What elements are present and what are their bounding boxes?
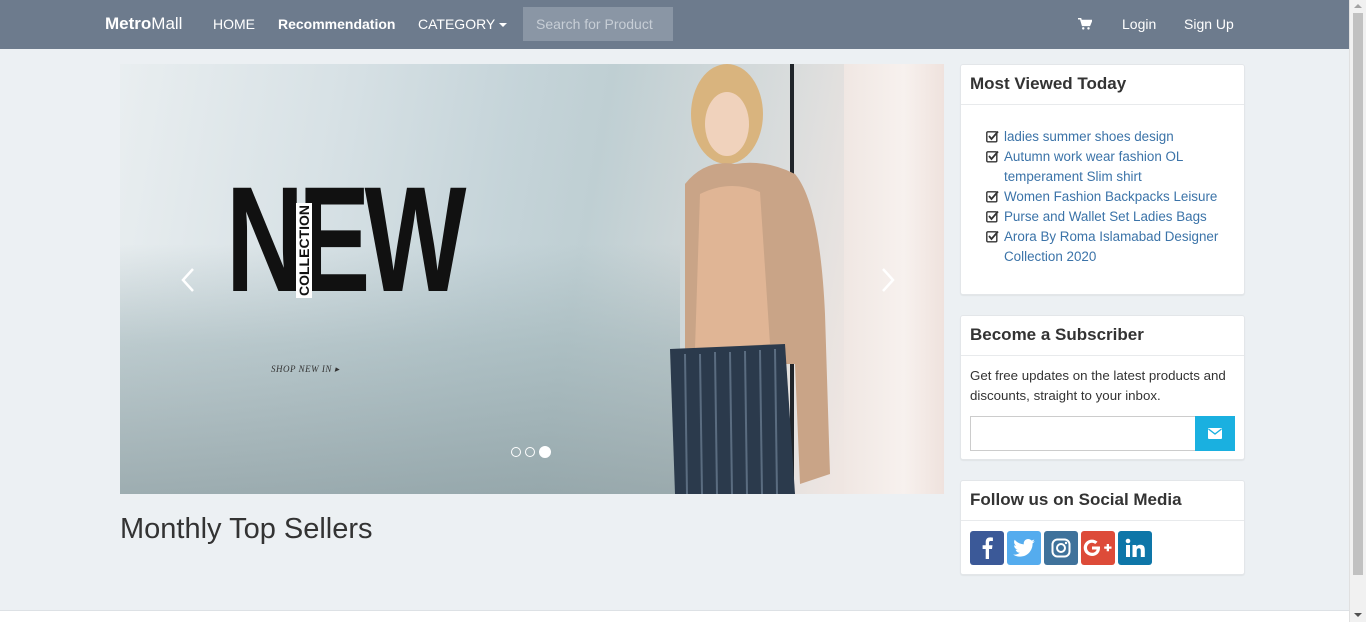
carousel-dot-3[interactable] (539, 446, 551, 458)
panel-title: Most Viewed Today (961, 65, 1244, 105)
model-image (670, 64, 830, 494)
list-item[interactable]: Arora By Roma Islamabad Designer Collect… (986, 227, 1244, 267)
scroll-thumb[interactable] (1353, 13, 1363, 575)
list-item[interactable]: Autumn work wear fashion OL temperament … (986, 147, 1244, 187)
checkbox-icon (986, 230, 999, 243)
checkbox-icon (986, 150, 999, 163)
instagram-icon[interactable] (1044, 531, 1078, 565)
caret-down-icon (499, 23, 508, 28)
linkedin-icon[interactable] (1118, 531, 1152, 565)
carousel-dot-2[interactable] (525, 447, 535, 457)
social-panel: Follow us on Social Media (960, 480, 1245, 575)
hero-carousel[interactable]: NEW COLLECTION SHOP NEW IN ▸ (120, 64, 944, 494)
collection-label: COLLECTION (296, 203, 312, 298)
checkbox-icon (986, 210, 999, 223)
shop-new-link[interactable]: SHOP NEW IN ▸ (271, 364, 340, 375)
most-viewed-panel: Most Viewed Today ladies summer shoes de… (960, 64, 1245, 295)
social-icons (961, 521, 1244, 575)
envelope-icon (1208, 428, 1222, 439)
list-item[interactable]: Women Fashion Backpacks Leisure (986, 187, 1244, 207)
most-viewed-list: ladies summer shoes design Autumn work w… (961, 105, 1244, 267)
checkbox-icon (986, 190, 999, 203)
section-title: Monthly Top Sellers (120, 513, 373, 545)
page-footer-edge (0, 610, 1349, 622)
subscribe-form (970, 416, 1236, 451)
subscriber-description: Get free updates on the latest products … (970, 368, 1226, 403)
carousel-next-icon[interactable] (880, 267, 896, 293)
list-item[interactable]: Purse and Wallet Set Ladies Bags (986, 207, 1244, 227)
list-item[interactable]: ladies summer shoes design (986, 127, 1244, 147)
login-link[interactable]: Login (1122, 16, 1156, 32)
nav-recommendation[interactable]: Recommendation (278, 16, 395, 32)
scroll-up-icon[interactable] (1354, 4, 1362, 8)
new-headline: NEW (226, 155, 466, 323)
email-field[interactable] (970, 416, 1196, 451)
panel-title: Become a Subscriber (961, 316, 1244, 356)
shopping-cart-icon[interactable] (1078, 17, 1092, 31)
nav-home[interactable]: HOME (213, 16, 255, 32)
signup-link[interactable]: Sign Up (1184, 16, 1234, 32)
panel-title: Follow us on Social Media (961, 481, 1244, 521)
carousel-indicators (511, 446, 551, 458)
subscriber-panel: Become a Subscriber Get free updates on … (960, 315, 1245, 460)
brand-logo[interactable]: MetroMall (105, 14, 182, 34)
nav-category-dropdown[interactable]: CATEGORY (418, 16, 508, 32)
search-input[interactable] (523, 7, 673, 41)
carousel-prev-icon[interactable] (180, 267, 196, 293)
carousel-dot-1[interactable] (511, 447, 521, 457)
facebook-icon[interactable] (970, 531, 1004, 565)
navbar: MetroMall HOME Recommendation CATEGORY L… (0, 0, 1349, 49)
vertical-scrollbar[interactable] (1349, 0, 1366, 622)
subscribe-button[interactable] (1195, 416, 1235, 451)
twitter-icon[interactable] (1007, 531, 1041, 565)
scroll-down-icon[interactable] (1354, 613, 1362, 617)
google-plus-icon[interactable] (1081, 531, 1115, 565)
checkbox-icon (986, 130, 999, 143)
